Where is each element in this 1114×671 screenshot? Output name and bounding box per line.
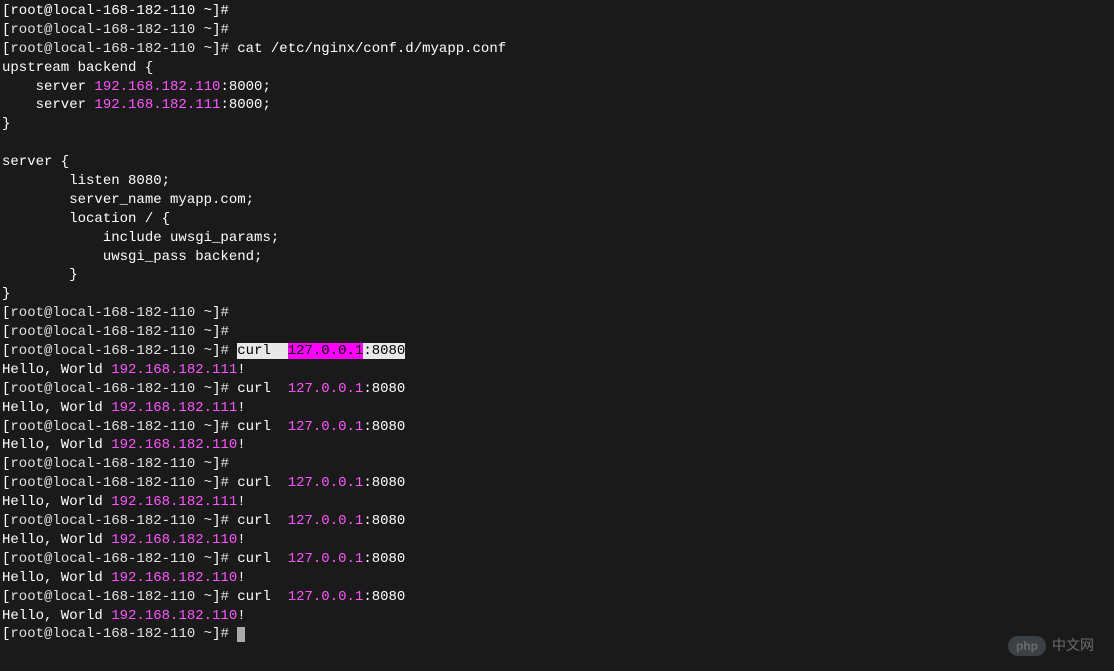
response-110: Hello, World 192.168.182.110! [2, 436, 1112, 455]
config-server-open: server { [2, 153, 1112, 172]
config-upstream: upstream backend { [2, 59, 1112, 78]
response-111: Hello, World 192.168.182.111! [2, 493, 1112, 512]
cursor-icon [237, 627, 245, 642]
config-servername: server_name myapp.com; [2, 191, 1112, 210]
prompt-line: [root@local-168-182-110 ~]# [2, 323, 1112, 342]
curl-highlighted-line: [root@local-168-182-110 ~]# curl 127.0.0… [2, 342, 1112, 361]
config-close-upstream: } [2, 115, 1112, 134]
curl-line: [root@local-168-182-110 ~]# curl 127.0.0… [2, 588, 1112, 607]
curl-line: [root@local-168-182-110 ~]# curl 127.0.0… [2, 380, 1112, 399]
response-111: Hello, World 192.168.182.111! [2, 399, 1112, 418]
watermark-logo: php [1008, 636, 1046, 656]
response-110: Hello, World 192.168.182.110! [2, 569, 1112, 588]
cat-command-line: [root@local-168-182-110 ~]# cat /etc/ngi… [2, 40, 1112, 59]
curl-line: [root@local-168-182-110 ~]# curl 127.0.0… [2, 474, 1112, 493]
config-server1: server 192.168.182.110:8000; [2, 78, 1112, 97]
config-listen: listen 8080; [2, 172, 1112, 191]
prompt-line: [root@local-168-182-110 ~]# [2, 21, 1112, 40]
curl-line: [root@local-168-182-110 ~]# curl 127.0.0… [2, 512, 1112, 531]
curl-line: [root@local-168-182-110 ~]# curl 127.0.0… [2, 550, 1112, 569]
config-uwsgipass: uwsgi_pass backend; [2, 248, 1112, 267]
config-blank [2, 134, 1112, 153]
config-close-server: } [2, 285, 1112, 304]
config-include: include uwsgi_params; [2, 229, 1112, 248]
prompt-line: [root@local-168-182-110 ~]# [2, 304, 1112, 323]
config-location: location / { [2, 210, 1112, 229]
watermark-text: 中文网 [1052, 636, 1094, 655]
terminal-output[interactable]: [root@local-168-182-110 ~]# [root@local-… [2, 2, 1112, 644]
response-110: Hello, World 192.168.182.110! [2, 531, 1112, 550]
response-111: Hello, World 192.168.182.111! [2, 361, 1112, 380]
prompt-line-partial: [root@local-168-182-110 ~]# [2, 2, 1112, 21]
response-110: Hello, World 192.168.182.110! [2, 607, 1112, 626]
watermark: php 中文网 [1008, 636, 1094, 656]
prompt-line: [root@local-168-182-110 ~]# [2, 455, 1112, 474]
curl-line: [root@local-168-182-110 ~]# curl 127.0.0… [2, 418, 1112, 437]
config-server2: server 192.168.182.111:8000; [2, 96, 1112, 115]
prompt-line-cursor: [root@local-168-182-110 ~]# [2, 625, 1112, 644]
config-close-location: } [2, 266, 1112, 285]
